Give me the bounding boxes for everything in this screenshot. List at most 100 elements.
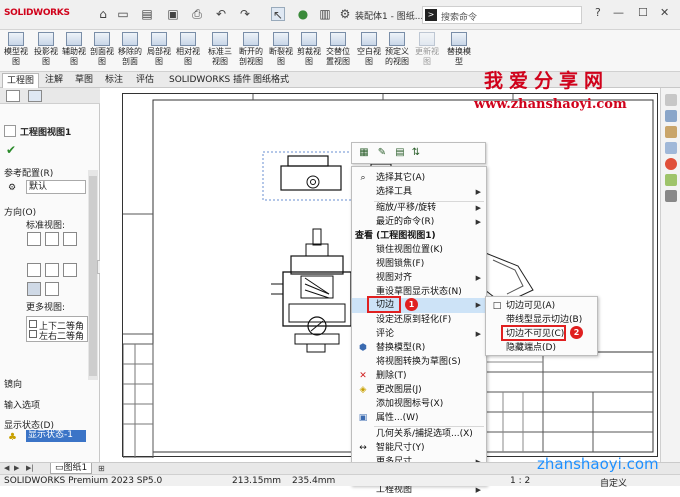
menu-item-select-tools[interactable]: 选择工具 ▶: [352, 185, 486, 199]
menu-item-change-layer[interactable]: ◈ 更改图层(J): [352, 383, 486, 397]
file-properties-icon[interactable]: ▥: [318, 7, 332, 21]
sheet-nav-last-icon[interactable]: ▶|: [26, 464, 34, 472]
menu-item-recent-commands[interactable]: 最近的命令(R) ▶: [352, 215, 486, 229]
detail-view-icon: [151, 32, 167, 46]
sheet-nav-next-icon[interactable]: ▶: [14, 464, 19, 472]
rebuild-icon[interactable]: ●: [296, 7, 310, 21]
right-view-button[interactable]: [63, 232, 77, 246]
tab-drawing[interactable]: 工程图: [2, 73, 40, 88]
home-icon[interactable]: ⌂: [96, 7, 110, 21]
ok-check-icon[interactable]: ✔: [6, 143, 16, 157]
tab-sheet-format[interactable]: 图纸格式: [249, 73, 293, 88]
annotation-icon[interactable]: ✎: [376, 147, 388, 159]
isometric-view-button[interactable]: [27, 282, 41, 296]
import-options-section[interactable]: 输入选项: [4, 398, 40, 411]
tab-addins[interactable]: SOLIDWORKS 插件: [165, 73, 255, 88]
ribbon-predefined-view[interactable]: 预定义 的视图: [382, 32, 412, 67]
panel-scrollbar[interactable]: [88, 170, 98, 380]
hide-show-icon[interactable]: ⇅: [410, 147, 422, 159]
feature-tree-tab-icon[interactable]: [6, 90, 20, 102]
menu-item-zoom-pan-rotate[interactable]: 缩放/平移/旋转 ▶: [352, 201, 486, 215]
ribbon-projected-view[interactable]: 投影视图: [31, 32, 61, 67]
menu-item-lock-view-position[interactable]: 锁住视图位置(K): [352, 243, 486, 257]
property-tab-icon[interactable]: [28, 90, 42, 102]
menu-item-relations-snaps[interactable]: 几何关系/捕捉选项...(X): [352, 427, 486, 441]
more-view-1-checkbox[interactable]: [29, 320, 37, 328]
file-explorer-icon[interactable]: [665, 126, 677, 138]
top-view-button[interactable]: [45, 232, 59, 246]
ribbon-broken-out-section[interactable]: 断开的 剖视图: [236, 32, 266, 67]
edit-view-icon[interactable]: ▦: [358, 147, 370, 159]
menu-item-select-other[interactable]: ⌕ 选择其它(A): [352, 171, 486, 185]
menu-item-convert-to-sketch[interactable]: 将视图转换为草图(S): [352, 355, 486, 369]
panel-scrollbar-thumb[interactable]: [89, 176, 97, 376]
search-input[interactable]: > 搜索命令: [422, 6, 582, 24]
redo-icon[interactable]: ↷: [238, 7, 252, 21]
tab-annotation[interactable]: 注解: [41, 73, 67, 88]
tab-evaluate[interactable]: 评估: [132, 73, 158, 88]
config-select[interactable]: 默认: [26, 180, 86, 194]
help-icon[interactable]: ?: [595, 6, 601, 19]
sheet-nav-prev-icon[interactable]: ◀: [4, 464, 9, 472]
status-scale[interactable]: 1 : 2: [510, 476, 530, 486]
menu-item-add-view-label[interactable]: 添加视图标号(X): [352, 397, 486, 411]
ribbon-break-view[interactable]: 断裂视图: [266, 32, 296, 67]
status-units[interactable]: 自定义: [600, 476, 627, 489]
ribbon-alternate-position[interactable]: 交替位 置视图: [323, 32, 353, 67]
ribbon-model-view[interactable]: 模型视图: [1, 32, 31, 67]
menu-item-properties[interactable]: ▣ 属性...(W): [352, 411, 486, 425]
menu-item-lock-view-focus[interactable]: 视图锁焦(F): [352, 257, 486, 271]
ribbon-crop-view[interactable]: 剪裁视图: [294, 32, 324, 67]
save-icon[interactable]: ▣: [166, 7, 180, 21]
ribbon-replace-model[interactable]: 替换模型: [444, 32, 474, 67]
menu-item-tangent-visible[interactable]: □ 切边可见(A): [486, 299, 597, 313]
left-view-button[interactable]: [63, 263, 77, 277]
menu-item-comment[interactable]: 评论 ▶: [352, 327, 486, 341]
ribbon-empty-view[interactable]: 空白视图: [354, 32, 384, 67]
menu-item-smart-dimension[interactable]: ↔ 智能尺寸(Y): [352, 441, 486, 455]
options-gear-icon[interactable]: ⚙: [338, 7, 352, 21]
ribbon-detail-view[interactable]: 局部视图: [144, 32, 174, 67]
ribbon-standard-3-view[interactable]: 标准三 视图: [205, 32, 235, 67]
tab-sketch[interactable]: 草图: [71, 73, 97, 88]
undo-icon[interactable]: ↶: [214, 7, 228, 21]
ribbon-removed-section[interactable]: 移除的 剖面: [115, 32, 145, 67]
layer-icon[interactable]: ▤: [394, 147, 406, 159]
sheet-tab-1[interactable]: ▭图纸1: [50, 463, 93, 474]
menu-item-replace-model[interactable]: ⬢ 替换模型(R): [352, 341, 486, 355]
print-icon[interactable]: ⎙: [190, 7, 204, 21]
mirror-section[interactable]: 镜向: [4, 377, 22, 390]
minimize-icon[interactable]: —: [613, 6, 624, 19]
close-icon[interactable]: ✕: [660, 6, 669, 19]
solidworks-resources-icon[interactable]: [665, 94, 677, 106]
ribbon-section-view[interactable]: 剖面视图: [87, 32, 117, 67]
tab-markup[interactable]: 标注: [101, 73, 127, 88]
maximize-icon[interactable]: ☐: [638, 6, 648, 19]
select-pointer-icon[interactable]: ↖: [271, 7, 285, 22]
design-library-icon[interactable]: [665, 110, 677, 122]
bottom-view-button[interactable]: [45, 263, 59, 277]
appearances-icon[interactable]: [665, 158, 677, 170]
front-view-button[interactable]: [27, 232, 41, 246]
normal-to-view-button[interactable]: [45, 282, 59, 296]
command-prompt-icon: >: [425, 9, 437, 21]
forum-icon[interactable]: [665, 190, 677, 202]
ribbon-relative-view[interactable]: 相对视图: [173, 32, 203, 67]
menu-item-delete[interactable]: ✕ 删除(T): [352, 369, 486, 383]
title-bar: SOLIDWORKS ⌂ ▭ ▤ ▣ ⎙ ↶ ↷ ↖ ● ▥ ⚙ 装配体1 - …: [0, 0, 680, 30]
menu-item-hide-end-points[interactable]: 隐藏端点(D): [486, 341, 597, 355]
submenu-arrow-icon: ▶: [475, 274, 481, 282]
display-state-item[interactable]: 显示状态-1: [26, 430, 86, 442]
manager-tabs: [0, 88, 100, 104]
view-palette-icon[interactable]: [665, 142, 677, 154]
custom-properties-icon[interactable]: [665, 174, 677, 186]
open-folder-icon[interactable]: ▤: [140, 7, 154, 21]
ribbon-auxiliary-view[interactable]: 辅助视图: [59, 32, 89, 67]
more-view-2-checkbox[interactable]: [29, 330, 37, 338]
new-document-icon[interactable]: ▭: [116, 7, 130, 21]
ribbon-update-view[interactable]: 更新视图: [412, 32, 442, 67]
menu-item-set-lightweight[interactable]: 设定还原到轻化(F): [352, 313, 486, 327]
add-sheet-icon[interactable]: ⊞: [98, 464, 105, 473]
back-view-button[interactable]: [27, 263, 41, 277]
menu-item-view-align[interactable]: 视图对齐 ▶: [352, 271, 486, 285]
